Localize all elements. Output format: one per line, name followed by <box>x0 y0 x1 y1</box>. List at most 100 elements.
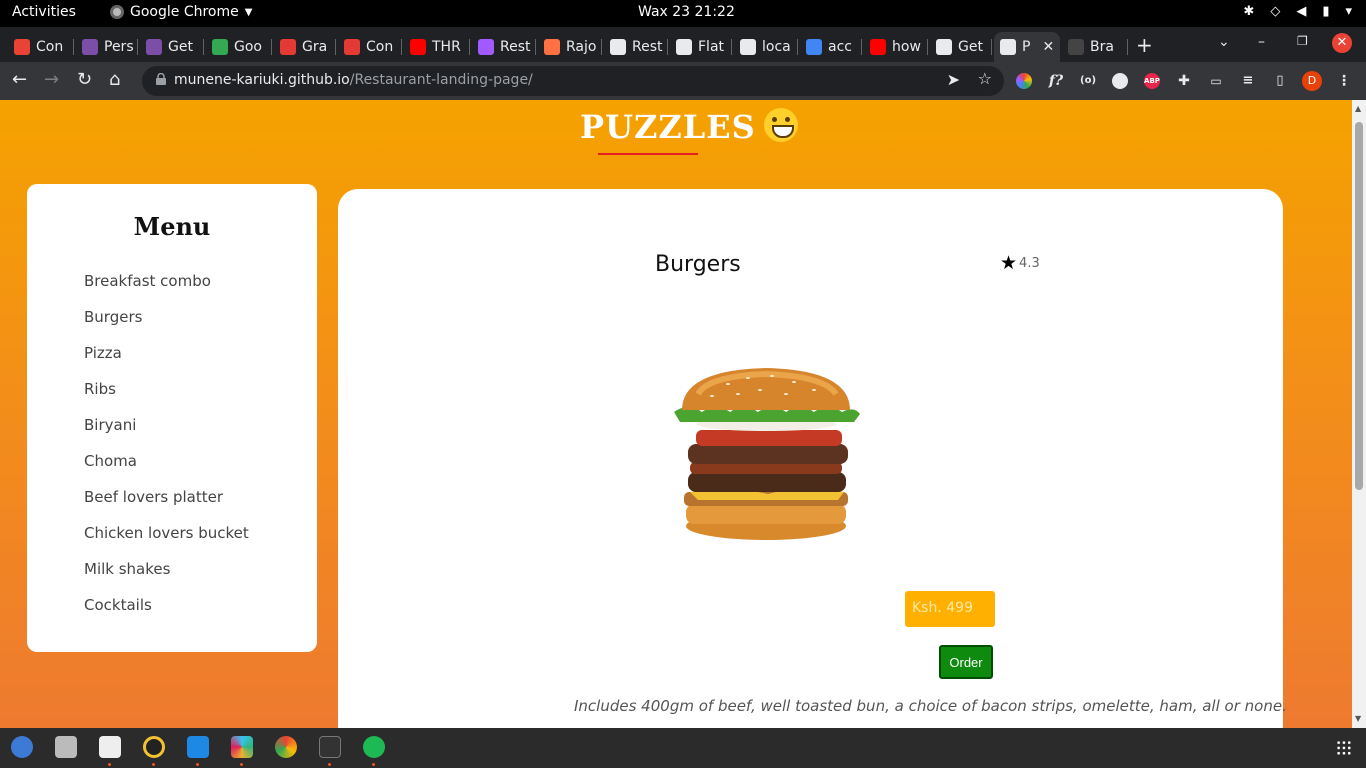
power-menu-icon[interactable]: ▾ <box>1345 4 1352 19</box>
dev-extension-icon[interactable]: (o) <box>1080 73 1096 89</box>
menu-list: Breakfast combo Burgers Pizza Ribs Birya… <box>84 272 249 632</box>
browser-tab[interactable]: Flat <box>670 32 732 62</box>
item-description: Includes 400gm of beef, well toasted bun… <box>574 697 1287 715</box>
globe-icon <box>1000 39 1016 55</box>
text-editor-icon[interactable] <box>99 736 121 758</box>
system-tray[interactable]: ✱ ◇ ◀ ▮ ▾ <box>1243 4 1352 19</box>
menu-item-pizza[interactable]: Pizza <box>84 344 249 380</box>
tab-separator <box>137 39 138 55</box>
browser-tab[interactable]: how <box>864 32 928 62</box>
volume-icon[interactable]: ◀ <box>1296 4 1306 19</box>
browser-tab[interactable]: Get <box>930 32 992 62</box>
adblock-plus-icon[interactable]: ABP <box>1144 73 1160 89</box>
menu-card: Menu Breakfast combo Burgers Pizza Ribs … <box>27 184 317 652</box>
menu-item-breakfast-combo[interactable]: Breakfast combo <box>84 272 249 308</box>
hackerrank-icon <box>82 39 98 55</box>
scrollbar-thumb[interactable] <box>1355 122 1363 490</box>
tab-label: acc <box>828 39 852 55</box>
menu-item-milk-shakes[interactable]: Milk shakes <box>84 560 249 596</box>
github-icon <box>1068 39 1084 55</box>
browser-tab[interactable]: Bra <box>1062 32 1128 62</box>
tab-label: Rest <box>632 39 663 55</box>
browser-tab[interactable]: Con <box>338 32 402 62</box>
system-top-bar: Activities Google Chrome ▼ Wax 23 21:22 … <box>0 0 1366 27</box>
extension-circle-icon[interactable] <box>1112 73 1128 89</box>
scroll-down-icon[interactable]: ▼ <box>1355 714 1361 723</box>
screenshot-tool-icon[interactable] <box>55 736 77 758</box>
tab-search-icon[interactable]: ⌄ <box>1218 34 1230 50</box>
browser-tab[interactable]: loca <box>734 32 798 62</box>
running-indicator <box>196 763 199 766</box>
clock[interactable]: Wax 23 21:22 <box>638 4 735 20</box>
vscode-icon[interactable] <box>187 736 209 758</box>
circle-icon <box>280 39 296 55</box>
brand-underline <box>598 153 698 155</box>
menu-item-burgers[interactable]: Burgers <box>84 308 249 344</box>
show-applications-icon[interactable] <box>1336 740 1352 756</box>
slack-icon[interactable] <box>231 736 253 758</box>
cast-icon[interactable]: ▭ <box>1208 73 1224 89</box>
tab-close-icon[interactable]: ✕ <box>1042 39 1054 55</box>
wifi-icon[interactable]: ◇ <box>1270 4 1280 19</box>
browser-tab[interactable]: acc <box>800 32 862 62</box>
spotify-icon[interactable] <box>363 736 385 758</box>
bookmark-star-icon[interactable]: ☆ <box>978 69 992 88</box>
tab-separator <box>271 39 272 55</box>
youtube-icon <box>870 39 886 55</box>
back-icon[interactable]: ← <box>12 69 27 90</box>
browser-tab[interactable]: Gra <box>274 32 336 62</box>
address-bar[interactable]: munene-kariuki.github.io/Restaurant-land… <box>142 66 1004 96</box>
forward-icon[interactable]: → <box>44 69 59 90</box>
tab-strip: Con Pers Get Goo Gra Con THR Rest Rajo Rest Flat lo… <box>0 27 1366 62</box>
color-picker-extension-icon[interactable] <box>1016 73 1032 89</box>
browser-tab[interactable]: Rajo <box>538 32 602 62</box>
menu-item-cocktails[interactable]: Cocktails <box>84 596 249 632</box>
slack-tray-icon[interactable]: ✱ <box>1243 4 1254 19</box>
tab-label: THR <box>432 39 461 55</box>
running-indicator <box>108 763 111 766</box>
chrome-dock-icon[interactable] <box>275 736 297 758</box>
battery-icon[interactable]: ▮ <box>1322 4 1329 19</box>
tab-separator <box>535 39 536 55</box>
menu-item-choma[interactable]: Choma <box>84 452 249 488</box>
reading-list-icon[interactable]: ≡ <box>1240 73 1256 89</box>
font-extension-icon[interactable]: f? <box>1048 73 1064 89</box>
browser-tab[interactable]: P ✕ <box>994 32 1060 62</box>
gmail-icon <box>14 39 30 55</box>
tab-separator <box>797 39 798 55</box>
browser-tab[interactable]: Pers <box>76 32 138 62</box>
browser-tab[interactable]: Get <box>140 32 204 62</box>
rating-value: 4.3 <box>1019 255 1040 271</box>
home-icon[interactable]: ⌂ <box>109 69 120 90</box>
browser-tab[interactable]: Con <box>8 32 74 62</box>
browser-tab[interactable]: Rest <box>604 32 668 62</box>
menu-item-chicken-lovers-bucket[interactable]: Chicken lovers bucket <box>84 524 249 560</box>
profile-avatar[interactable]: D <box>1302 71 1322 91</box>
terminal-icon[interactable] <box>319 736 341 758</box>
activities-button[interactable]: Activities <box>12 4 76 20</box>
order-button[interactable]: Order <box>939 645 993 679</box>
share-icon[interactable]: ➤ <box>947 70 960 89</box>
page-scrollbar[interactable]: ▲ ▼ <box>1352 100 1366 728</box>
new-tab-button[interactable]: + <box>1136 33 1153 57</box>
browser-tab[interactable]: Rest <box>472 32 536 62</box>
app-name: Google Chrome <box>130 4 239 20</box>
menu-item-ribs[interactable]: Ribs <box>84 380 249 416</box>
obs-icon[interactable] <box>143 736 165 758</box>
app-menu[interactable]: Google Chrome ▼ <box>110 4 252 20</box>
browser-tab[interactable]: Goo <box>206 32 272 62</box>
reload-icon[interactable]: ↻ <box>77 69 92 90</box>
menu-item-biryani[interactable]: Biryani <box>84 416 249 452</box>
tab-separator <box>731 39 732 55</box>
side-panel-icon[interactable]: ▯ <box>1272 73 1288 89</box>
chrome-menu-icon[interactable]: ⋮ <box>1336 73 1352 89</box>
software-updater-icon[interactable] <box>11 736 33 758</box>
minimize-icon[interactable]: – <box>1258 34 1265 50</box>
scroll-up-icon[interactable]: ▲ <box>1355 104 1361 113</box>
restore-icon[interactable]: ❐ <box>1297 34 1308 48</box>
window-close-button[interactable]: ✕ <box>1332 33 1352 53</box>
price-field[interactable]: Ksh. 499 <box>905 591 995 627</box>
menu-item-beef-lovers-platter[interactable]: Beef lovers platter <box>84 488 249 524</box>
browser-tab[interactable]: THR <box>404 32 470 62</box>
extensions-puzzle-icon[interactable]: ✚ <box>1176 73 1192 89</box>
